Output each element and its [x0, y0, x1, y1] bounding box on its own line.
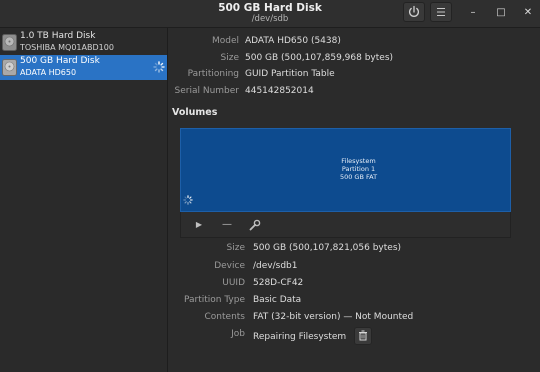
serial-number-value: 445142852014 [245, 86, 314, 96]
job-label: Job [231, 329, 245, 339]
maximize-button[interactable]: □ [492, 4, 510, 22]
size-label: Size [220, 53, 239, 63]
delete-partition-button[interactable]: — [219, 217, 235, 233]
window-title: 500 GB Hard Disk [218, 2, 322, 14]
header-bar: 500 GB Hard Disk /dev/sdb – □ ✕ [0, 0, 540, 28]
window-subtitle: /dev/sdb [251, 14, 289, 24]
volume-toolbar: ▶ — [180, 212, 511, 238]
partition-type-label: Partition Type [183, 295, 245, 305]
trash-icon [359, 330, 367, 341]
partition-size-label: Size [226, 243, 245, 253]
partition-size-label: 500 GB FAT [339, 173, 378, 181]
mount-button[interactable]: ▶ [191, 217, 207, 233]
model-label: Model [211, 36, 239, 46]
hard-disk-icon [2, 59, 17, 76]
gears-icon [249, 219, 261, 231]
partition-block[interactable]: Filesystem Partition 1 500 GB FAT [180, 128, 511, 212]
contents-value: FAT (32-bit version) — Not Mounted [253, 312, 414, 322]
partition-filesystem-label: Filesystem [341, 157, 376, 165]
device-value: /dev/sdb1 [253, 261, 298, 271]
contents-label: Contents [204, 312, 245, 322]
busy-spinner-icon [183, 195, 193, 205]
partition-number-label: Partition 1 [341, 165, 376, 173]
disk-list: 1.0 TB Hard Disk TOSHIBA MQ01ABD100 500 … [0, 28, 168, 372]
partition-type-value: Basic Data [253, 295, 302, 305]
hamburger-menu-icon [437, 8, 445, 16]
job-value: Repairing Filesystem [253, 332, 347, 342]
size-value: 500 GB (500,107,859,968 bytes) [245, 53, 394, 63]
partition-size-value: 500 GB (500,107,821,056 bytes) [253, 243, 402, 253]
disk-model: ADATA HD650 [20, 68, 77, 77]
partitioning-label: Partitioning [187, 69, 239, 79]
power-off-button[interactable] [403, 2, 425, 22]
disk-model: TOSHIBA MQ01ABD100 [20, 43, 114, 52]
more-actions-button[interactable] [247, 217, 263, 233]
disk-title: 500 GB Hard Disk [20, 56, 100, 66]
model-value: ADATA HD650 (5438) [245, 36, 341, 46]
partitioning-value: GUID Partition Table [245, 69, 335, 79]
disk-item-toshiba[interactable]: 1.0 TB Hard Disk TOSHIBA MQ01ABD100 [0, 30, 167, 55]
busy-spinner-icon [153, 61, 165, 73]
close-button[interactable]: ✕ [519, 4, 537, 22]
cancel-job-button[interactable] [354, 327, 372, 345]
serial-number-label: Serial Number [174, 86, 239, 96]
disk-title: 1.0 TB Hard Disk [20, 31, 96, 41]
minimize-button[interactable]: – [464, 4, 482, 22]
power-icon [408, 5, 420, 17]
app-menu-button[interactable] [430, 2, 452, 22]
device-label: Device [214, 261, 245, 271]
hard-disk-icon [2, 34, 17, 51]
uuid-value: 528D-CF42 [253, 278, 304, 288]
disk-item-adata[interactable]: 500 GB Hard Disk ADATA HD650 [0, 55, 167, 80]
uuid-label: UUID [222, 278, 245, 288]
volumes-heading: Volumes [172, 107, 218, 118]
